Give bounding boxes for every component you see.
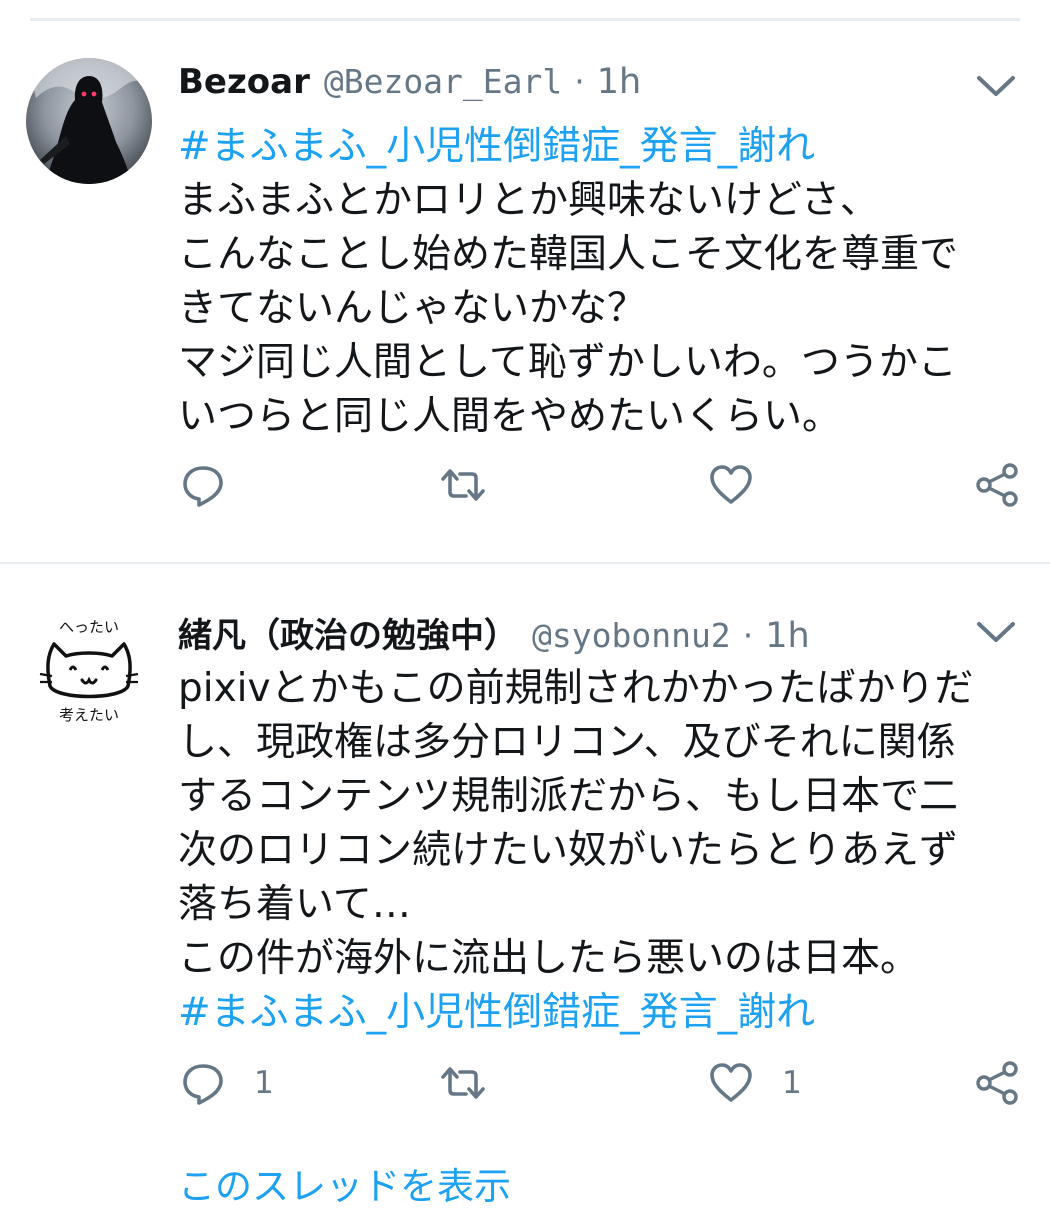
hashtag-link[interactable]: #まふまふ_小児性倒錯症_発言_謝れ (178, 120, 1018, 174)
like-button[interactable]: 1 (708, 1060, 802, 1106)
timestamp[interactable]: 1h (765, 616, 809, 656)
hashtag-link[interactable]: #まふまふ_小児性倒錯症_発言_謝れ (178, 986, 1018, 1040)
share-button[interactable] (974, 462, 1020, 508)
avatar-bezoar[interactable] (26, 58, 152, 184)
tweet-header: 緒凡（政治の勉強中） @syobonnu2 · 1h (178, 608, 810, 657)
reply-icon (183, 1064, 223, 1105)
user-handle[interactable]: @Bezoar_Earl (324, 62, 562, 101)
tweet-text: まふまふとかロリとか興味ないけどさ、 こんなことし始めた韓国人こそ文化を尊重で … (178, 178, 959, 439)
like-icon (710, 1063, 752, 1102)
retweet-icon (441, 469, 485, 501)
display-name[interactable]: Bezoar (178, 62, 310, 102)
avatar-caption-bottom: 考えたい (59, 706, 119, 724)
share-button[interactable] (974, 1060, 1020, 1106)
tweet-2[interactable]: へったい 考えたい 緒凡（政治の勉強中） @syobonnu2 · 1h pix… (0, 564, 1050, 1200)
tweet-header: Bezoar @Bezoar_Earl · 1h (178, 62, 641, 102)
reply-count: 1 (254, 1065, 274, 1101)
retweet-button[interactable] (440, 1060, 486, 1106)
user-handle[interactable]: @syobonnu2 (532, 616, 731, 655)
avatar-syobonnu2[interactable]: へったい 考えたい (26, 604, 152, 730)
action-bar: 1 1 (0, 1060, 1050, 1120)
reply-icon (183, 466, 223, 507)
timestamp[interactable]: 1h (597, 62, 641, 102)
chevron-down-icon[interactable] (974, 72, 1018, 100)
chevron-down-icon[interactable] (974, 618, 1018, 646)
tweet-1[interactable]: Bezoar @Bezoar_Earl · 1h #まふまふ_小児性倒錯症_発言… (0, 0, 1050, 560)
avatar-caption-top: へったい (59, 618, 119, 636)
reply-button[interactable] (180, 462, 254, 508)
like-count: 1 (782, 1065, 802, 1101)
display-name[interactable]: 緒凡（政治の勉強中） (178, 608, 518, 657)
share-icon (976, 1061, 1018, 1105)
reply-button[interactable]: 1 (180, 1060, 274, 1106)
like-icon (710, 465, 752, 504)
separator-dot: · (742, 616, 754, 655)
share-icon (976, 463, 1018, 507)
retweet-button[interactable] (440, 462, 486, 508)
action-bar (0, 462, 1050, 522)
tweet-text: pixivとかもこの前規制されかかったばかりだ し、現政権は多分ロリコン、及びそ… (178, 666, 974, 981)
separator-dot: · (574, 62, 585, 101)
show-thread-link[interactable]: このスレッドを表示 (178, 1156, 511, 1210)
like-button[interactable] (708, 462, 782, 508)
retweet-icon (441, 1067, 485, 1099)
